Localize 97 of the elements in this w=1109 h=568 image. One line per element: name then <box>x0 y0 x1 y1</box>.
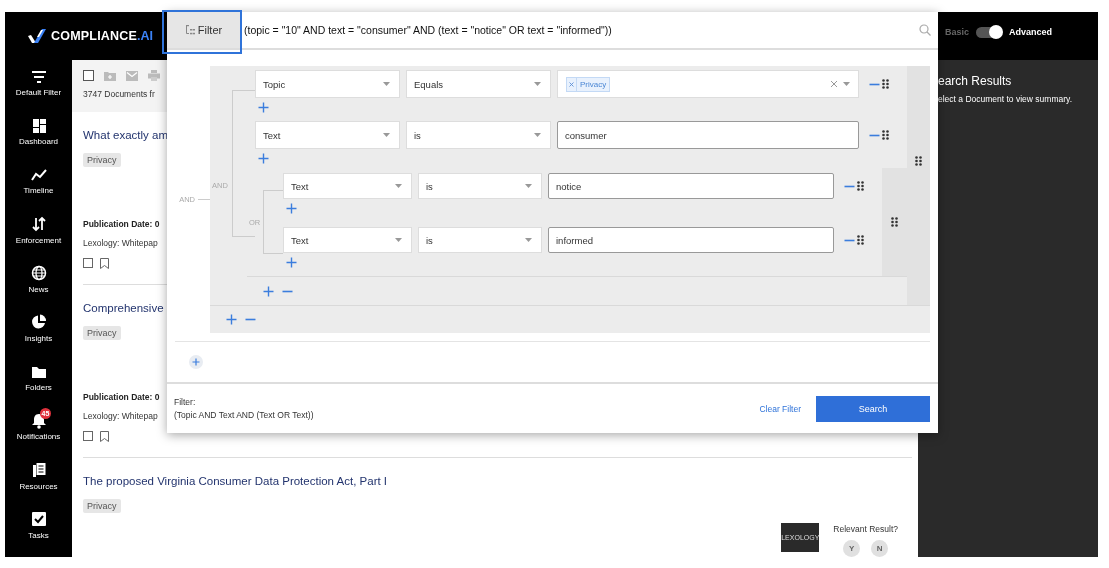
dropdown[interactable]: Text <box>255 121 400 149</box>
plus-icon[interactable] <box>258 101 269 113</box>
dropdown[interactable]: Text <box>283 227 412 253</box>
drag-handle-icon[interactable] <box>882 130 889 140</box>
clear-icon[interactable] <box>830 80 838 88</box>
document-title[interactable]: Comprehensive <box>83 300 164 316</box>
caret-icon <box>383 82 390 86</box>
plus-icon[interactable] <box>263 285 274 297</box>
topic-tag: Privacy <box>83 153 121 167</box>
sidebar-label: Folders <box>25 383 52 393</box>
sidebar-label: Default Filter <box>15 88 62 97</box>
dropdown[interactable]: is <box>406 121 551 149</box>
sidebar-item[interactable]: Insights <box>5 309 72 360</box>
caret-icon <box>525 238 532 242</box>
value-field[interactable]: notice <box>548 173 834 199</box>
query-text: (topic = "10" AND text = "consumer" AND (text = "notice" OR text = "informed")) <box>243 24 613 36</box>
add-group-icon[interactable] <box>189 355 203 369</box>
no-button[interactable]: N <box>871 540 889 557</box>
dropdown[interactable]: Text <box>283 173 412 199</box>
plus-icon[interactable] <box>286 202 297 214</box>
filter-summary: (Topic AND Text AND (Text OR Text)) <box>174 410 315 420</box>
caret-icon <box>395 238 402 242</box>
drag-handle-icon[interactable] <box>857 181 864 191</box>
dropdown[interactable]: Topic <box>255 70 400 98</box>
sidebar-item[interactable]: Folders <box>5 359 72 409</box>
relevance-question: Relevant Result? <box>833 524 898 534</box>
tree-icon <box>184 25 195 35</box>
caret-icon <box>395 184 402 188</box>
sidebar-label: Insights <box>24 333 53 343</box>
caret-icon <box>534 82 541 86</box>
sidebar-item[interactable]: Tasks <box>5 506 72 556</box>
drag-handle-icon[interactable] <box>891 217 898 227</box>
checkbox-icon[interactable] <box>83 70 94 81</box>
mode-label: Advanced <box>1009 27 1053 37</box>
checkbox-icon[interactable] <box>83 431 93 441</box>
filter-label: Filter: <box>174 397 197 407</box>
publication-date: Publication Date: 0 <box>83 219 160 229</box>
document-source: Lexology: Whitepap <box>83 411 158 421</box>
value-field[interactable]: consumer <box>557 121 859 149</box>
dropdown[interactable]: Equals <box>406 70 551 98</box>
caret-icon <box>525 184 532 188</box>
brand-suffix: .AI <box>137 29 153 43</box>
mail-icon[interactable] <box>126 70 138 81</box>
search-icon[interactable] <box>919 24 931 36</box>
sidebar-item[interactable]: Dashboard <box>5 113 72 163</box>
sidebar-item[interactable]: Resources <box>5 457 72 507</box>
publication-date: Publication Date: 0 <box>83 392 160 402</box>
brand-name: COMPLIANCE <box>51 29 138 43</box>
yes-button[interactable]: Y <box>843 540 861 557</box>
sidebar-label: Tasks <box>28 530 49 540</box>
sidebar-item[interactable]: Timeline <box>5 162 72 212</box>
dropdown[interactable]: is <box>418 227 542 253</box>
drag-handle-icon[interactable] <box>882 79 889 89</box>
bookmark-icon[interactable] <box>100 431 109 442</box>
plus-icon[interactable] <box>286 256 297 268</box>
caret-icon <box>534 133 541 137</box>
pie-chart-icon <box>29 314 48 331</box>
sidebar-label: Notifications <box>16 432 61 442</box>
document-count: 3747 Documents fr <box>83 89 156 99</box>
sidebar-item[interactable]: News <box>5 260 72 310</box>
sidebar-label: Resources <box>19 481 58 491</box>
value-select[interactable]: Privacy <box>557 70 859 98</box>
topic-tag: Privacy <box>83 326 121 340</box>
checkbox-icon <box>29 511 48 528</box>
dropdown[interactable]: is <box>418 173 542 199</box>
bookmark-icon[interactable] <box>100 258 109 269</box>
drag-handle-icon[interactable] <box>857 235 864 245</box>
checkbox-icon[interactable] <box>83 258 93 268</box>
arrows-icon <box>29 216 48 233</box>
mode-label: Basic <box>945 27 970 37</box>
document-source: Lexology: Whitepap <box>83 238 158 248</box>
document-title[interactable]: The proposed Virginia Consumer Data Protection Act, Part I <box>83 473 388 489</box>
clear-filter-link[interactable]: Clear Filter <box>759 403 801 414</box>
mode-switch[interactable] <box>976 26 1003 38</box>
plus-icon[interactable] <box>258 152 269 164</box>
sidebar-label: Enforcement <box>15 235 62 245</box>
caret-icon <box>843 82 850 86</box>
remove-icon[interactable] <box>567 77 577 91</box>
value-field[interactable]: informed <box>548 227 834 253</box>
filter-button[interactable]: Filter <box>167 12 240 48</box>
panel-title: earch Results <box>938 74 1013 88</box>
sidebar-item[interactable]: Enforcement <box>5 211 72 261</box>
plus-icon[interactable] <box>226 314 237 325</box>
logo-mark-icon <box>27 28 47 44</box>
sidebar-label: Timeline <box>23 186 54 196</box>
caret-icon <box>383 133 390 137</box>
printer-icon[interactable] <box>148 70 160 81</box>
sidebar-label: News <box>28 284 49 294</box>
filter-icon <box>29 68 48 85</box>
topic-tag: Privacy <box>83 499 121 513</box>
globe-icon <box>29 265 48 282</box>
panel-hint: elect a Document to view summary. <box>938 94 1073 104</box>
sidebar-label: Dashboard <box>18 137 59 147</box>
document-title[interactable]: What exactly am <box>83 127 168 143</box>
drag-handle-icon[interactable] <box>915 155 922 166</box>
search-button[interactable]: Search <box>816 395 930 422</box>
sidebar-item[interactable]: Default Filter <box>5 64 72 114</box>
